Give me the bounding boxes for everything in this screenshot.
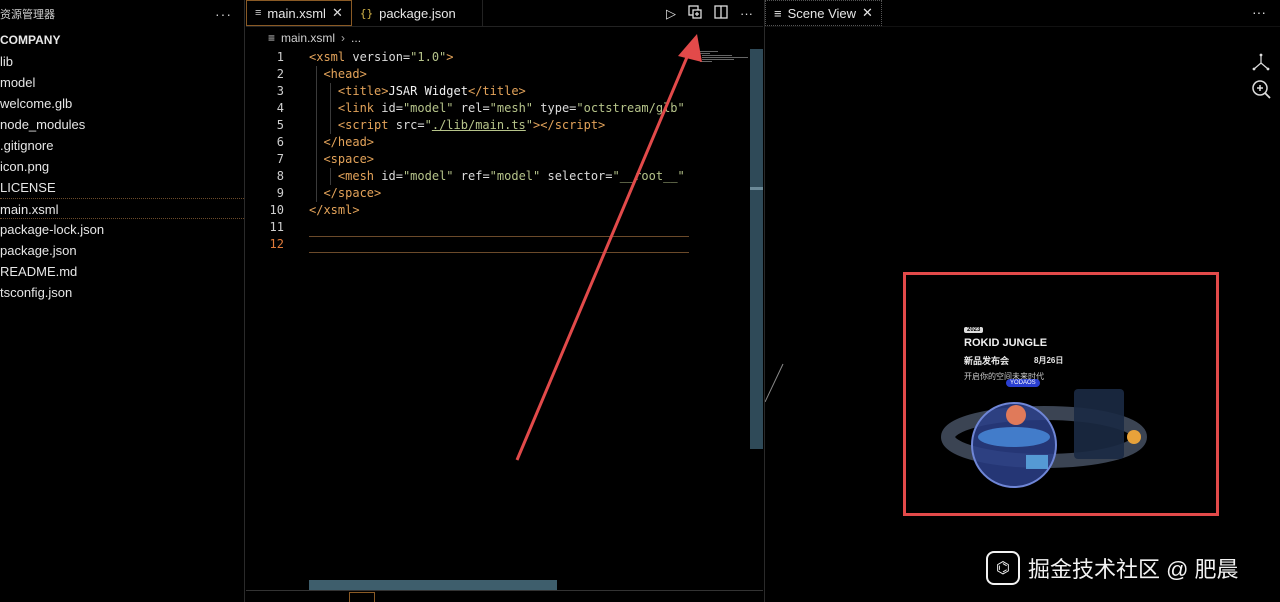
code-line: <script src="./lib/main.ts"></script>: [337, 118, 606, 132]
code-line: <mesh id="model" ref="model" selector="_…: [337, 169, 685, 183]
code-line: <space>: [323, 152, 375, 166]
tab-label: package.json: [379, 5, 456, 21]
tree-item-readme[interactable]: README.md: [0, 261, 244, 282]
indent-guide: [330, 83, 331, 134]
line-number: 9: [276, 186, 284, 200]
split-editor-icon[interactable]: [714, 5, 728, 22]
tab-scene-view[interactable]: ≡ Scene View ✕: [765, 0, 882, 26]
scene-tabbar: ≡ Scene View ✕ ···: [765, 0, 1280, 27]
lines-icon: ≡: [268, 31, 276, 45]
code-line: </head>: [323, 135, 375, 149]
json-braces-icon: {}: [359, 6, 374, 20]
watermark: ⌬ 掘金技术社区 @ 肥晨: [986, 548, 1239, 588]
tree-item-welcome-glb[interactable]: welcome.glb: [0, 93, 244, 114]
explorer-sidebar: 资源管理器 ··· COMPANY lib model welcome.glb …: [0, 0, 245, 602]
tree-root-folder[interactable]: COMPANY: [0, 30, 244, 51]
scene-view-panel: ≡ Scene View ✕ ··· 2023 ROKID JUNGLE 新品发…: [764, 0, 1280, 602]
poster-badge: 2023: [964, 327, 984, 333]
line-number-gutter: 1 2 3 4 5 6 7 8 9 10 11 12: [246, 49, 302, 253]
line-number: 6: [276, 135, 284, 149]
line-number-current: 12: [269, 237, 284, 251]
tree-item-tsconfig[interactable]: tsconfig.json: [0, 282, 244, 303]
vertical-scrollbar[interactable]: [750, 49, 763, 449]
open-preview-icon[interactable]: [688, 5, 702, 22]
scene-3d-model[interactable]: 2023 ROKID JUNGLE 新品发布会 8月26日 开启你的空间未来时代…: [941, 327, 1194, 497]
tab-package-json[interactable]: {} package.json: [352, 0, 483, 26]
tree-item-icon-png[interactable]: icon.png: [0, 156, 244, 177]
explorer-more-icon[interactable]: ···: [215, 6, 232, 22]
tree-item-main-xsml[interactable]: main.xsml: [0, 198, 244, 219]
indent-guide: [330, 168, 331, 185]
explorer-title: 资源管理器: [0, 8, 55, 21]
model-render: [941, 389, 1147, 488]
panel-tab-active[interactable]: [349, 592, 375, 602]
run-icon[interactable]: ▷: [666, 6, 676, 22]
line-number: 4: [276, 101, 284, 115]
juejin-logo-icon: ⌬: [986, 551, 1020, 585]
tree-item-node-modules[interactable]: node_modules: [0, 114, 244, 135]
file-tree: COMPANY lib model welcome.glb node_modul…: [0, 30, 244, 303]
tab-label: Scene View: [787, 5, 857, 21]
tab-main-xsml[interactable]: ≡ main.xsml ✕: [246, 0, 352, 26]
horizontal-scrollbar[interactable]: [309, 580, 557, 590]
minimap[interactable]: [698, 49, 750, 79]
breadcrumb-file[interactable]: main.xsml: [281, 31, 335, 45]
editor-tabbar: ≡ main.xsml ✕ {} package.json ▷ ···: [246, 0, 763, 27]
editor-actions: ▷ ···: [666, 0, 753, 27]
code-line: <xsml version="1.0">: [309, 50, 454, 64]
tab-label: main.xsml: [267, 5, 326, 21]
code-line: </space>: [323, 186, 382, 200]
lines-icon: ≡: [255, 7, 262, 19]
axis-gizmo-icon[interactable]: [1250, 52, 1272, 74]
line-number: 8: [276, 169, 284, 183]
scrollbar-thumb[interactable]: [750, 187, 763, 190]
line-number: 3: [276, 84, 284, 98]
code-text[interactable]: <xsml version="1.0"> <head> <title>JSAR …: [309, 49, 689, 253]
code-line: <link id="model" rel="mesh" type="octstr…: [337, 101, 685, 115]
code-line: <head>: [323, 67, 367, 81]
code-editor[interactable]: 1 2 3 4 5 6 7 8 9 10 11 12 <xsml version…: [246, 49, 763, 602]
line-number: 7: [276, 152, 284, 166]
line-number: 1: [276, 50, 284, 64]
tree-item-gitignore[interactable]: .gitignore: [0, 135, 244, 156]
line-number: 11: [269, 220, 284, 234]
tree-item-license[interactable]: LICENSE: [0, 177, 244, 198]
poster-subtitle: 新品发布会: [964, 356, 1010, 366]
breadcrumb-rest[interactable]: ...: [351, 31, 361, 45]
editor-group: ≡ main.xsml ✕ {} package.json ▷ ··· ≡ ma…: [246, 0, 763, 602]
code-line: </xsml>: [309, 203, 360, 217]
poster-pill: YODAOS: [1006, 379, 1040, 387]
watermark-text: 掘金技术社区 @ 肥晨: [1028, 557, 1239, 582]
poster-title: ROKID JUNGLE: [964, 337, 1048, 349]
editor-more-icon[interactable]: ···: [740, 6, 753, 21]
poster-date: 8月26日: [1034, 356, 1064, 365]
zoom-in-icon[interactable]: [1250, 78, 1272, 100]
scene-axis-line: [765, 363, 784, 402]
breadcrumb-separator: ›: [341, 31, 346, 45]
breadcrumb: ≡ main.xsml › ...: [246, 27, 763, 49]
line-number: 10: [269, 203, 284, 217]
scene-render-highlight: 2023 ROKID JUNGLE 新品发布会 8月26日 开启你的空间未来时代…: [903, 272, 1219, 516]
bottom-panel-tabs: [246, 590, 763, 602]
tree-item-model[interactable]: model: [0, 72, 244, 93]
line-number: 5: [276, 118, 284, 132]
close-icon[interactable]: ✕: [862, 5, 873, 21]
tree-item-package-lock-json[interactable]: package-lock.json: [0, 219, 244, 240]
scene-more-icon[interactable]: ···: [1252, 0, 1266, 27]
close-icon[interactable]: ✕: [332, 5, 343, 21]
line-number: 2: [276, 67, 284, 81]
code-line: <title>JSAR Widget</title>: [337, 84, 526, 98]
tree-item-lib[interactable]: lib: [0, 51, 244, 72]
tree-item-package-json[interactable]: package.json: [0, 240, 244, 261]
code-line-current[interactable]: [309, 236, 689, 253]
lines-icon: ≡: [774, 5, 782, 21]
explorer-header: 资源管理器 ···: [0, 0, 244, 27]
indent-guide: [316, 66, 317, 202]
